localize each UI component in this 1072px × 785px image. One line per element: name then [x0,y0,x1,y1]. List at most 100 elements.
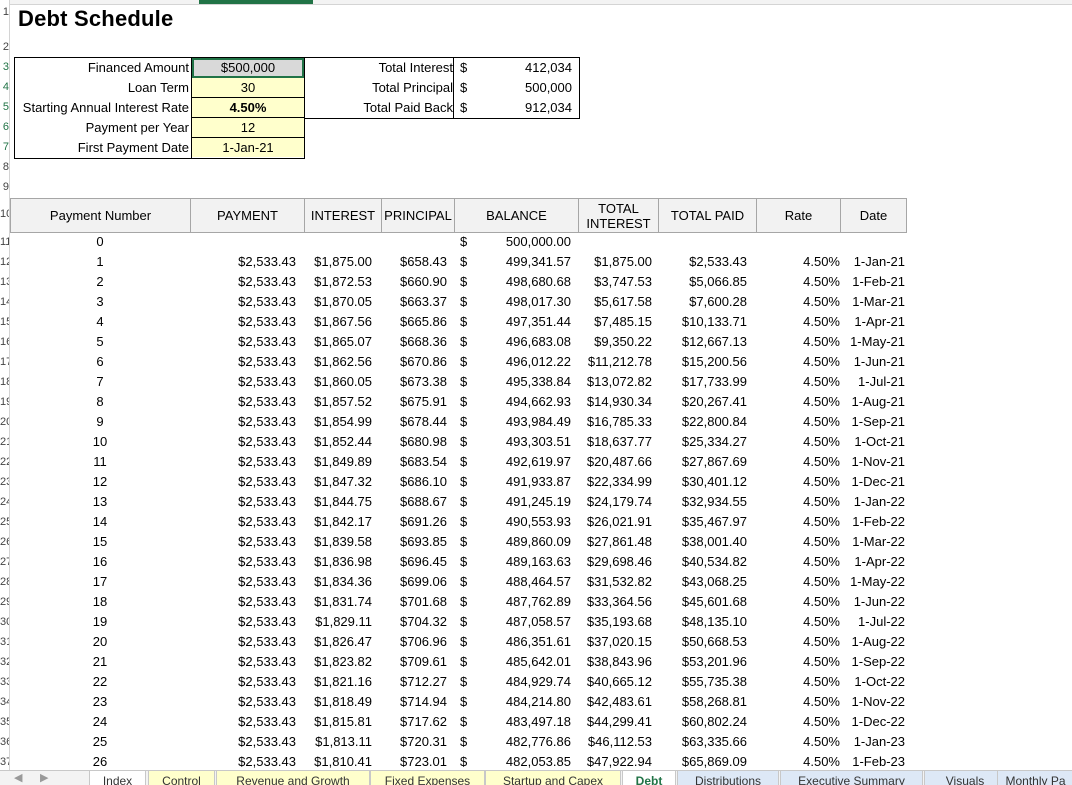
schedule-cell[interactable]: $1,872.53 [302,272,372,292]
schedule-cell[interactable]: $2,533.43 [206,392,296,412]
schedule-cell[interactable]: 4.50% [790,372,840,392]
row-headers[interactable]: 1234567891011121314151617181920212223242… [0,0,9,770]
column-header-strip[interactable] [9,0,1072,5]
schedule-cell[interactable]: 491,245.19 [471,492,571,512]
schedule-cell[interactable]: $3,747.53 [577,272,652,292]
row-number[interactable]: 37 [0,752,9,770]
sheet-tab[interactable]: Index [89,771,146,785]
schedule-cell[interactable]: $1,870.05 [302,292,372,312]
payment-number-cell[interactable]: 8 [10,392,190,412]
schedule-cell[interactable]: $15,200.56 [657,352,747,372]
schedule-cell[interactable]: $10,133.71 [657,312,747,332]
schedule-cell[interactable]: $704.32 [377,612,447,632]
row-number[interactable]: 10 [0,204,9,224]
payment-number-cell[interactable]: 15 [10,532,190,552]
input-value-cell[interactable]: 12 [192,118,304,138]
schedule-cell[interactable]: $63,335.66 [657,732,747,752]
schedule-cell[interactable]: $48,135.10 [657,612,747,632]
schedule-cell[interactable]: $20,487.66 [577,452,652,472]
payment-number-cell[interactable]: 9 [10,412,190,432]
schedule-cell[interactable]: $20,267.41 [657,392,747,412]
schedule-cell[interactable]: $22,334.99 [577,472,652,492]
sheet-tab[interactable]: Debt [622,771,676,785]
schedule-cell[interactable]: $32,934.55 [657,492,747,512]
schedule-cell[interactable]: 1-May-21 [841,332,905,352]
schedule-cell[interactable]: 1-Feb-23 [841,752,905,772]
schedule-cell[interactable]: $2,533.43 [206,572,296,592]
schedule-cell[interactable]: 497,351.44 [471,312,571,332]
schedule-cell[interactable]: 491,933.87 [471,472,571,492]
schedule-cell[interactable]: $1,862.56 [302,352,372,372]
schedule-cell[interactable]: 499,341.57 [471,252,571,272]
payment-number-cell[interactable]: 20 [10,632,190,652]
schedule-cell[interactable]: $2,533.43 [206,672,296,692]
schedule-cell[interactable]: $1,842.17 [302,512,372,532]
schedule-cell[interactable]: 1-Aug-22 [841,632,905,652]
payment-number-cell[interactable]: 0 [10,232,190,252]
payment-number-cell[interactable]: 24 [10,712,190,732]
schedule-cell[interactable]: $720.31 [377,732,447,752]
schedule-cell[interactable]: $693.85 [377,532,447,552]
schedule-cell[interactable]: $1,860.05 [302,372,372,392]
schedule-cell[interactable]: $17,733.99 [657,372,747,392]
schedule-cell[interactable]: $31,532.82 [577,572,652,592]
schedule-cell[interactable]: $37,020.15 [577,632,652,652]
schedule-cell[interactable]: 1-Jan-23 [841,732,905,752]
schedule-cell[interactable]: $670.86 [377,352,447,372]
schedule-cell[interactable]: $46,112.53 [577,732,652,752]
row-number[interactable]: 26 [0,532,9,552]
schedule-cell[interactable]: $2,533.43 [206,272,296,292]
schedule-cell[interactable]: 498,680.68 [471,272,571,292]
schedule-cell[interactable]: $53,201.96 [657,652,747,672]
schedule-cell[interactable]: 492,619.97 [471,452,571,472]
schedule-cell[interactable]: 484,929.74 [471,672,571,692]
payment-number-cell[interactable]: 23 [10,692,190,712]
schedule-cell[interactable] [206,232,296,252]
row-number[interactable]: 7 [0,137,9,157]
column-header[interactable]: PAYMENT [190,198,304,233]
schedule-cell[interactable]: $47,922.94 [577,752,652,772]
schedule-cell[interactable]: $55,735.38 [657,672,747,692]
schedule-cell[interactable]: $673.38 [377,372,447,392]
schedule-cell[interactable]: 4.50% [790,452,840,472]
row-number[interactable]: 9 [0,177,9,197]
schedule-cell[interactable]: $65,869.09 [657,752,747,772]
schedule-cell[interactable]: $688.67 [377,492,447,512]
schedule-cell[interactable]: $1,836.98 [302,552,372,572]
schedule-cell[interactable]: $2,533.43 [206,352,296,372]
schedule-cell[interactable]: 1-Mar-21 [841,292,905,312]
schedule-cell[interactable]: 1-Dec-22 [841,712,905,732]
schedule-cell[interactable]: $1,839.58 [302,532,372,552]
schedule-cell[interactable]: 1-Jun-22 [841,592,905,612]
schedule-cell[interactable]: 4.50% [790,572,840,592]
schedule-cell[interactable]: 4.50% [790,392,840,412]
input-value-cell[interactable]: 1-Jan-21 [192,138,304,157]
schedule-cell[interactable] [377,232,447,252]
payment-number-cell[interactable]: 4 [10,312,190,332]
scroll-tabs-left-icon[interactable]: ◀ [14,771,22,785]
schedule-cell[interactable]: $25,334.27 [657,432,747,452]
schedule-cell[interactable]: $1,867.56 [302,312,372,332]
payment-number-cell[interactable]: 17 [10,572,190,592]
schedule-cell[interactable]: 1-Sep-21 [841,412,905,432]
sheet-tab[interactable]: Visuals [924,771,1006,785]
sheet-tab[interactable]: Startup and Capex [485,771,621,785]
schedule-cell[interactable]: $1,823.82 [302,652,372,672]
schedule-cell[interactable]: 483,497.18 [471,712,571,732]
schedule-cell[interactable]: 489,860.09 [471,532,571,552]
schedule-cell[interactable]: 1-Jan-22 [841,492,905,512]
schedule-cell[interactable]: 493,303.51 [471,432,571,452]
schedule-cell[interactable]: 1-May-22 [841,572,905,592]
schedule-cell[interactable]: $668.36 [377,332,447,352]
payment-number-cell[interactable]: 5 [10,332,190,352]
schedule-cell[interactable]: 500,000.00 [471,232,571,252]
schedule-cell[interactable]: 496,683.08 [471,332,571,352]
schedule-cell[interactable]: $1,875.00 [302,252,372,272]
payment-number-cell[interactable]: 2 [10,272,190,292]
schedule-cell[interactable]: $50,668.53 [657,632,747,652]
schedule-cell[interactable]: $18,637.77 [577,432,652,452]
schedule-cell[interactable]: $2,533.43 [206,412,296,432]
sheet-tab[interactable]: Monthly Pa [997,771,1072,785]
column-header[interactable]: TOTAL PAID [658,198,756,233]
column-header[interactable]: Date [840,198,907,233]
